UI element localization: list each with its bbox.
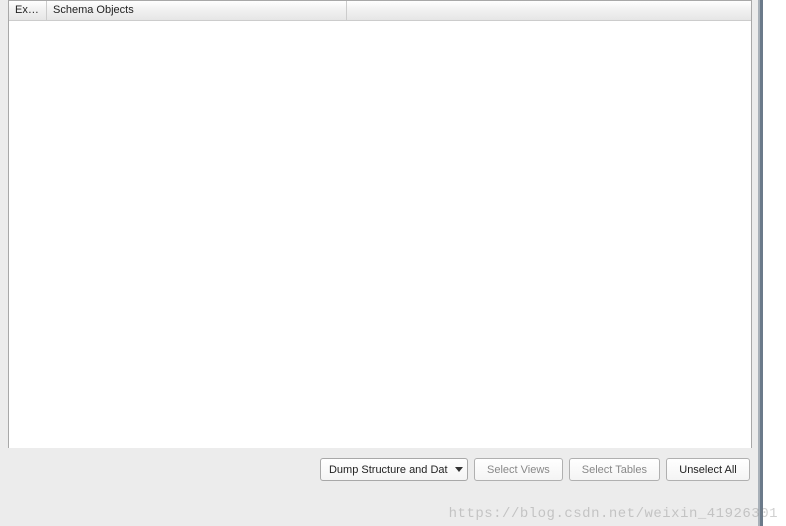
select-tables-button[interactable]: Select Tables [569,458,660,481]
column-header-empty[interactable] [347,1,751,20]
schema-objects-table: Exp... Schema Objects [8,0,752,448]
bottom-controls: Dump Structure and Dat Select Views Sele… [8,448,752,481]
export-panel: Exp... Schema Objects Dump Structure and… [0,0,760,526]
column-header-export[interactable]: Exp... [9,1,47,20]
dump-type-dropdown[interactable]: Dump Structure and Dat [320,458,468,481]
table-body-empty [9,21,751,448]
right-pane-edge [760,0,786,526]
unselect-all-button[interactable]: Unselect All [666,458,750,481]
table-header-row: Exp... Schema Objects [9,1,751,21]
column-header-schema-objects[interactable]: Schema Objects [47,1,347,20]
select-views-button[interactable]: Select Views [474,458,563,481]
chevron-down-icon [455,467,463,472]
dump-dropdown-label: Dump Structure and Dat [329,464,448,476]
